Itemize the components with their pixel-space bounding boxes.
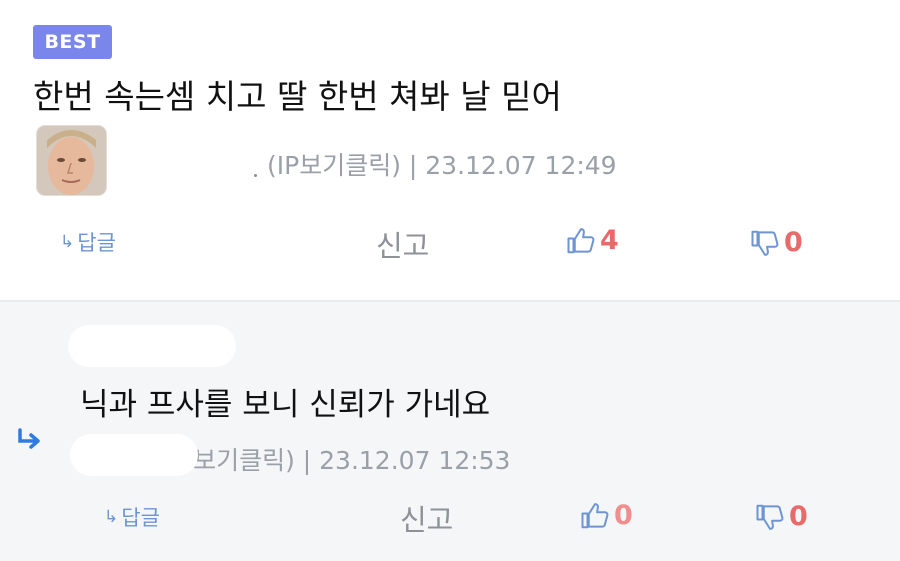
like-count: 4 <box>600 225 619 256</box>
reply-label: 답글 <box>121 506 160 530</box>
reply-indicator-icon <box>18 428 40 449</box>
thumbs-up-icon <box>567 227 595 253</box>
dislike-button-2[interactable]: 0 <box>755 501 808 532</box>
report-label: 신고 <box>400 503 454 537</box>
comment-meta: (IP보기클릭) | 23.12.07 12:49 <box>267 151 617 180</box>
dislike-button[interactable]: 0 <box>750 227 803 258</box>
report-label: 신고 <box>376 229 430 263</box>
avatar[interactable] <box>37 126 106 195</box>
like-button[interactable]: 4 <box>566 225 619 256</box>
reply-comment-text: 닉과 프사를 보니 신뢰가 가네요 <box>80 387 491 423</box>
report-button-2[interactable]: 신고 <box>400 497 453 539</box>
avatar-face-image <box>37 126 106 195</box>
reply-comment-meta: P보기클릭) | 23.12.07 12:53 <box>178 446 511 475</box>
nickname-dot <box>254 174 257 177</box>
report-button[interactable]: 신고 <box>376 223 429 265</box>
like-count: 0 <box>614 500 633 531</box>
reply-button-2[interactable]: ↳ 답글 <box>104 502 160 532</box>
dislike-count: 0 <box>789 501 808 532</box>
like-button-2[interactable]: 0 <box>580 500 633 531</box>
thumbs-down-icon <box>756 504 784 530</box>
reply-arrow-icon: ↳ <box>104 507 119 527</box>
redacted-nickname-2 <box>70 434 198 476</box>
thumbs-up-icon <box>581 502 609 528</box>
comment-text: 한번 속는셈 치고 딸 한번 쳐봐 날 믿어 <box>33 77 562 116</box>
best-badge: BEST <box>33 25 112 59</box>
reply-arrow-icon: ↳ <box>60 232 75 252</box>
reply-label: 답글 <box>77 231 116 255</box>
thumbs-down-icon <box>751 230 779 256</box>
redacted-nickname <box>68 325 236 367</box>
reply-button[interactable]: ↳ 답글 <box>60 227 116 257</box>
comment-best: BEST 한번 속는셈 치고 딸 한번 쳐봐 날 믿어 (IP보기클릭) | 2… <box>0 0 900 300</box>
dislike-count: 0 <box>784 227 803 258</box>
